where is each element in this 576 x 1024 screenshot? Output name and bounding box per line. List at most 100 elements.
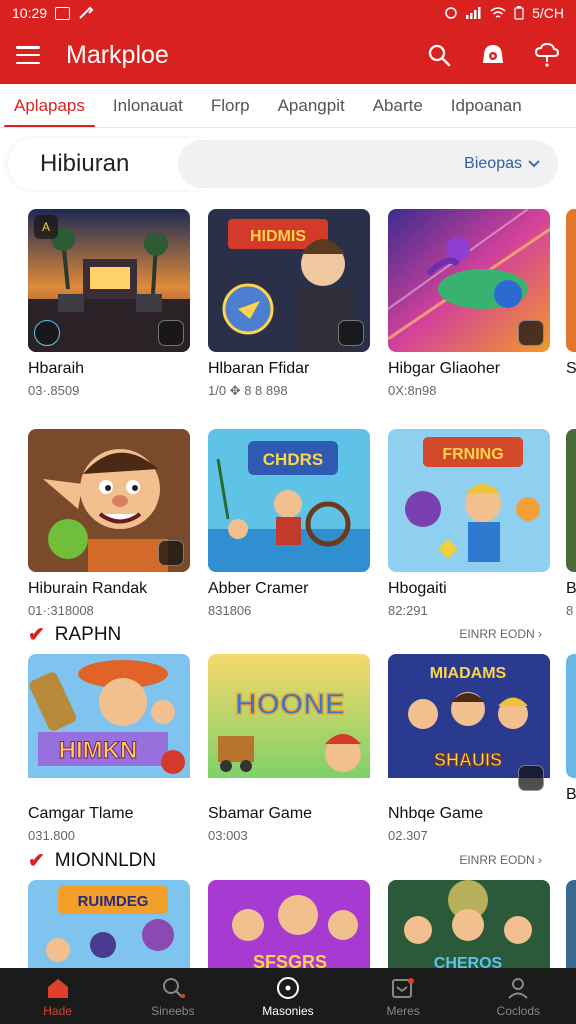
- game-thumbnail[interactable]: SFSGRS: [208, 880, 370, 970]
- game-card[interactable]: B: [566, 654, 576, 804]
- app-title: Markploe: [66, 40, 169, 69]
- game-card[interactable]: CHEROS: [388, 880, 550, 970]
- game-thumbnail[interactable]: HIMKN: [28, 654, 190, 797]
- wifi-icon: [490, 7, 506, 18]
- cloud-alert-icon[interactable]: [534, 42, 560, 68]
- tab-florp[interactable]: Florp: [197, 84, 264, 127]
- compass-icon: [275, 976, 301, 1000]
- game-card[interactable]: B 8: [566, 429, 576, 618]
- play-icon: [34, 320, 60, 346]
- svg-text:HIDMIS: HIDMIS: [250, 228, 306, 245]
- game-thumbnail[interactable]: [566, 209, 576, 352]
- game-title: S: [566, 360, 576, 377]
- tab-apangpit[interactable]: Apangpit: [264, 84, 359, 127]
- app-bar: Markploe: [0, 26, 576, 84]
- tab-aplapaps[interactable]: Aplapaps: [0, 84, 99, 127]
- game-title: Nhbqe Game: [388, 805, 484, 822]
- bell-icon[interactable]: [480, 42, 506, 68]
- game-meta: 03·.8509: [28, 383, 80, 398]
- game-meta: 031.800: [28, 828, 75, 843]
- game-title: Hbogaiti: [388, 580, 447, 597]
- game-title: B: [566, 580, 576, 597]
- svg-text:RUIMDEG: RUIMDEG: [78, 893, 149, 910]
- game-card[interactable]: RUIMDEG: [28, 880, 190, 970]
- game-card[interactable]: Hibgar Gliaoher 0X:8n98: [388, 209, 550, 398]
- status-time: 10:29: [12, 5, 48, 21]
- nav-meres[interactable]: Meres: [353, 976, 453, 1018]
- game-thumbnail[interactable]: RUIMDEG: [28, 880, 190, 970]
- game-card[interactable]: HIDMIS Hlbaran Ffidar 1/0 ✥ 8 8 898: [208, 209, 370, 399]
- share-icon[interactable]: [158, 540, 184, 566]
- game-card[interactable]: Hiburain Randak 01·:318008: [28, 429, 190, 618]
- game-meta: 8: [566, 603, 574, 618]
- game-meta: 02.307: [388, 828, 428, 843]
- svg-text:MIADAMS: MIADAMS: [430, 665, 507, 682]
- tab-abarte[interactable]: Abarte: [359, 84, 437, 127]
- svg-text:SHAUIS: SHAUIS: [434, 750, 502, 770]
- game-title: Hlbaran Ffidar: [208, 360, 310, 377]
- search-icon[interactable]: [426, 42, 452, 68]
- share-icon[interactable]: [518, 320, 544, 346]
- game-card[interactable]: S: [566, 209, 576, 378]
- share-icon[interactable]: [338, 320, 364, 346]
- tab-idpoanan[interactable]: Idpoanan: [437, 84, 536, 127]
- game-thumbnail[interactable]: [566, 654, 576, 778]
- game-title: Camgar Tlame: [28, 805, 134, 822]
- category-header: Hibiuran Bieopas: [8, 138, 568, 190]
- filter-dropdown[interactable]: Bieopas: [178, 140, 558, 188]
- game-card[interactable]: HIMKN Camgar Tlame 031.800: [28, 654, 190, 843]
- see-all-link[interactable]: EINRR EODN ›: [459, 627, 542, 641]
- app-screen: 10:29 5/CH Markploe Aplapaps Inlonauat F…: [0, 0, 576, 1024]
- see-all-link[interactable]: EINRR EODN ›: [459, 853, 542, 867]
- battery-icon: [514, 6, 524, 20]
- game-thumbnail[interactable]: [566, 880, 576, 970]
- game-card[interactable]: A Hbaraih 03·.8509: [28, 209, 190, 398]
- game-thumbnail[interactable]: [566, 429, 576, 572]
- game-title: Hbaraih: [28, 360, 85, 377]
- game-card[interactable]: FRNING Hbogaiti 82:291: [388, 429, 550, 618]
- tab-inlonauat[interactable]: Inlonauat: [99, 84, 197, 127]
- alarm-icon: [445, 7, 457, 19]
- game-card[interactable]: CHDRS Abber Cramer 831806: [208, 429, 370, 618]
- nav-home[interactable]: Hade: [8, 976, 108, 1018]
- home-icon: [45, 976, 71, 1000]
- game-card[interactable]: MIADAMS SHAUIS Nhbqe Game 02.307: [388, 654, 550, 843]
- bottom-navigation: Hade Sineebs Masonies Meres Coclods: [0, 968, 576, 1024]
- game-row-3: HIMKN Camgar Tlame 031.800 HOONE Sbamar …: [28, 654, 576, 854]
- game-thumbnail[interactable]: [28, 429, 190, 572]
- game-card[interactable]: [566, 880, 576, 970]
- game-meta: 82:291: [388, 603, 428, 618]
- game-thumbnail[interactable]: A: [28, 209, 190, 352]
- signal-icon: [466, 7, 481, 19]
- game-card[interactable]: HOONE Sbamar Game 03:003: [208, 654, 370, 843]
- game-title: Sbamar Game: [208, 805, 313, 822]
- game-thumbnail[interactable]: HIDMIS: [208, 209, 370, 352]
- game-row-4: RUIMDEG SFSGRS CHEROS: [28, 880, 576, 970]
- svg-text:HOONE: HOONE: [235, 688, 345, 721]
- chevron-down-icon: [528, 160, 540, 168]
- menu-icon[interactable]: [16, 46, 40, 64]
- game-title: Hibgar Gliaoher: [388, 360, 501, 377]
- game-thumbnail[interactable]: FRNING: [388, 429, 550, 572]
- nav-search[interactable]: Sineebs: [123, 976, 223, 1018]
- battery-text: 5/CH: [532, 5, 564, 21]
- game-title: Hiburain Randak: [28, 580, 148, 597]
- share-icon[interactable]: [518, 765, 544, 791]
- nav-coclods[interactable]: Coclods: [468, 976, 568, 1018]
- game-thumbnail[interactable]: CHDRS: [208, 429, 370, 572]
- svg-text:FRNING: FRNING: [442, 446, 503, 463]
- filter-label: Bieopas: [464, 155, 522, 172]
- game-card[interactable]: SFSGRS: [208, 880, 370, 970]
- game-meta: 03:003: [208, 828, 248, 843]
- game-thumbnail[interactable]: [388, 209, 550, 352]
- game-thumbnail[interactable]: HOONE: [208, 654, 370, 797]
- game-row-1: A Hbaraih 03·.8509 HIDMIS Hlbaran Ffidar…: [28, 209, 576, 409]
- check-icon: ✔: [28, 624, 45, 646]
- nav-masonies[interactable]: Masonies: [238, 976, 338, 1018]
- game-thumbnail[interactable]: CHEROS: [388, 880, 550, 970]
- section-title: ✔ MIONNLDN: [28, 849, 157, 873]
- game-thumbnail[interactable]: MIADAMS SHAUIS: [388, 654, 550, 797]
- profile-icon: [505, 976, 531, 1000]
- tool-icon: [79, 6, 94, 19]
- share-icon[interactable]: [158, 320, 184, 346]
